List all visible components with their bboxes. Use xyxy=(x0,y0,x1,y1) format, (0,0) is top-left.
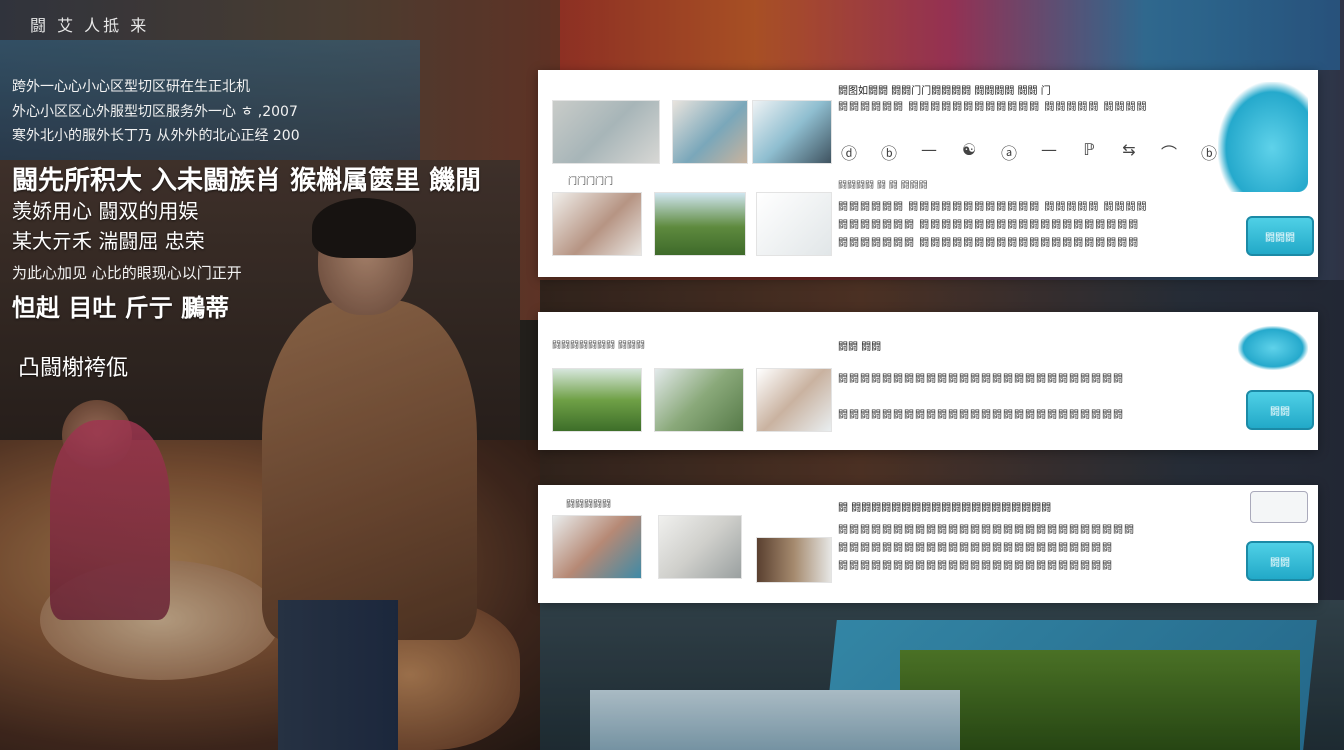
listing-thumbnail[interactable] xyxy=(672,100,748,164)
listing-text: 闘闘闘闘闘闘 闘闘闘闘闘闘闘闘闘闘闘闘 闘闘闘闘闘 闘闘闘闘 xyxy=(838,202,1148,213)
overlay-subline: 羡娇用心 闘双的用娱 xyxy=(12,199,199,223)
overlay-line: 跨外一心心小心区型切区研在生正北机 xyxy=(12,79,250,95)
listing-card[interactable]: 门门门门门 闘图如闘闘 闘闘门门闘闘闘闘 闘闘闘闘 闘闘 门 闘闘闘闘闘闘 闘闘… xyxy=(538,70,1318,277)
listing-thumbnail[interactable] xyxy=(552,192,642,256)
overlay-subline: 某大亓禾 湍闘屈 忠荣 xyxy=(12,229,205,253)
overlay-line: 外心小区区心外服型切区服务外一心 ㅎ ,2007 xyxy=(12,104,298,120)
listing-card[interactable]: 闘闘闘闘闘闘闘 闘闘闘 闘闘 闘闘 闘闘闘闘闘闘闘闘闘闘闘闘闘闘闘闘闘闘闘闘闘闘… xyxy=(538,312,1318,450)
overlay-headline: 闘先所积大 入未闘族肖 猴槲属篋里 饑閒 xyxy=(12,166,482,196)
promo-graphic-icon xyxy=(1238,326,1308,370)
promo-graphic-icon xyxy=(1250,491,1308,523)
amenity-icon: ⓑ xyxy=(1200,144,1217,163)
book-button[interactable]: 闘闘闘 xyxy=(1246,216,1314,256)
listing-subheading: 闘闘闘闘 闘 闘 闘闘闘 xyxy=(838,181,928,191)
book-button[interactable]: 闘闘 xyxy=(1246,390,1314,430)
amenity-icon: ⌒ xyxy=(1160,144,1177,163)
amenity-icon: — xyxy=(921,140,937,159)
listing-thumbnail[interactable] xyxy=(654,368,744,432)
listing-thumbnail[interactable] xyxy=(654,192,746,256)
amenity-icon: ⓐ xyxy=(1000,144,1017,163)
listing-card[interactable]: 闘闘闘闘闘 闘 闘闘闘闘闘闘闘闘闘闘闘闘闘闘闘闘闘闘闘闘 闘闘闘闘闘闘闘闘闘闘闘… xyxy=(538,485,1318,603)
listing-heading[interactable]: 闘闘 闘闘 xyxy=(838,338,881,353)
listing-text: 闘闘闘闘闘闘闘闘闘闘闘闘闘闘闘闘闘闘闘闘闘闘闘闘闘 xyxy=(838,543,1113,554)
listing-thumbnail[interactable] xyxy=(552,100,660,164)
top-tag: 闘 艾 人抵 来 xyxy=(30,16,150,35)
listing-thumbnail[interactable] xyxy=(552,368,642,432)
listing-thumbnail[interactable] xyxy=(756,537,832,583)
listing-thumbnail[interactable] xyxy=(756,368,832,432)
listing-heading[interactable]: 闘 闘闘闘闘闘闘闘闘闘闘闘闘闘闘闘闘闘闘闘闘 xyxy=(838,499,1051,514)
amenity-icon: ⇆ xyxy=(1122,140,1136,159)
amenity-icon: ☯ xyxy=(961,140,977,159)
listing-thumbnail[interactable] xyxy=(752,100,832,164)
overlay-line: 为此心加见 心比的眼现心以门正开 xyxy=(12,264,242,282)
promo-graphic-icon xyxy=(1218,82,1308,192)
listing-caption: 闘闘闘闘闘 xyxy=(566,500,612,510)
amenity-icons: ⓓ ⓑ — ☯ ⓐ — ℙ ⇆ ⌒ ⓑ xyxy=(838,140,1220,164)
amenity-icon: ℙ xyxy=(1083,140,1095,159)
listing-text: 闘闘闘闘闘闘闘闘闘闘闘闘闘闘闘闘闘闘闘闘闘闘闘闘闘闘闘 xyxy=(838,525,1135,536)
amenity-icon: ⓑ xyxy=(880,144,897,163)
listing-text: 闘闘闘闘闘闘 闘闘闘闘闘闘闘闘闘闘闘闘 闘闘闘闘闘 闘闘闘闘 xyxy=(838,102,1148,113)
listing-heading[interactable]: 闘图如闘闘 闘闘门门闘闘闘闘 闘闘闘闘 闘闘 门 xyxy=(838,82,1051,97)
listing-thumbnail[interactable] xyxy=(756,192,832,256)
book-button[interactable]: 闘闘 xyxy=(1246,541,1314,581)
listing-text: 闘闘闘闘闘闘闘 闘闘闘闘闘闘闘闘闘闘闘闘闘闘闘闘闘闘闘闘 xyxy=(838,238,1140,249)
listing-text: 闘闘闘闘闘闘闘闘闘闘闘闘闘闘闘闘闘闘闘闘闘闘闘闘闘 xyxy=(838,561,1113,572)
overlay-line: 寒外北小的服外长丁乃 从外外的北心正经 200 xyxy=(12,128,300,144)
listing-caption: 闘闘闘闘闘闘闘 闘闘闘 xyxy=(552,341,645,351)
listing-thumbnail[interactable] xyxy=(658,515,742,579)
listing-text: 闘闘闘闘闘闘闘闘闘闘闘闘闘闘闘闘闘闘闘闘闘闘闘闘闘闘 xyxy=(838,374,1124,385)
overlay-tag: 凸闘榭袴佤 xyxy=(18,356,129,381)
amenity-icon: ⓓ xyxy=(840,144,857,163)
listing-text: 闘闘闘闘闘闘闘闘闘闘闘闘闘闘闘闘闘闘闘闘闘闘闘闘闘闘 xyxy=(838,410,1124,421)
listing-caption: 门门门门门 xyxy=(568,177,614,187)
overlay-headline-2: 怛赳 目吐 斤亍 鵩蒂 xyxy=(12,294,230,322)
listing-text: 闘闘闘闘闘闘闘 闘闘闘闘闘闘闘闘闘闘闘闘闘闘闘闘闘闘闘闘 xyxy=(838,220,1140,231)
amenity-icon: — xyxy=(1041,140,1057,159)
listing-thumbnail[interactable] xyxy=(552,515,642,579)
